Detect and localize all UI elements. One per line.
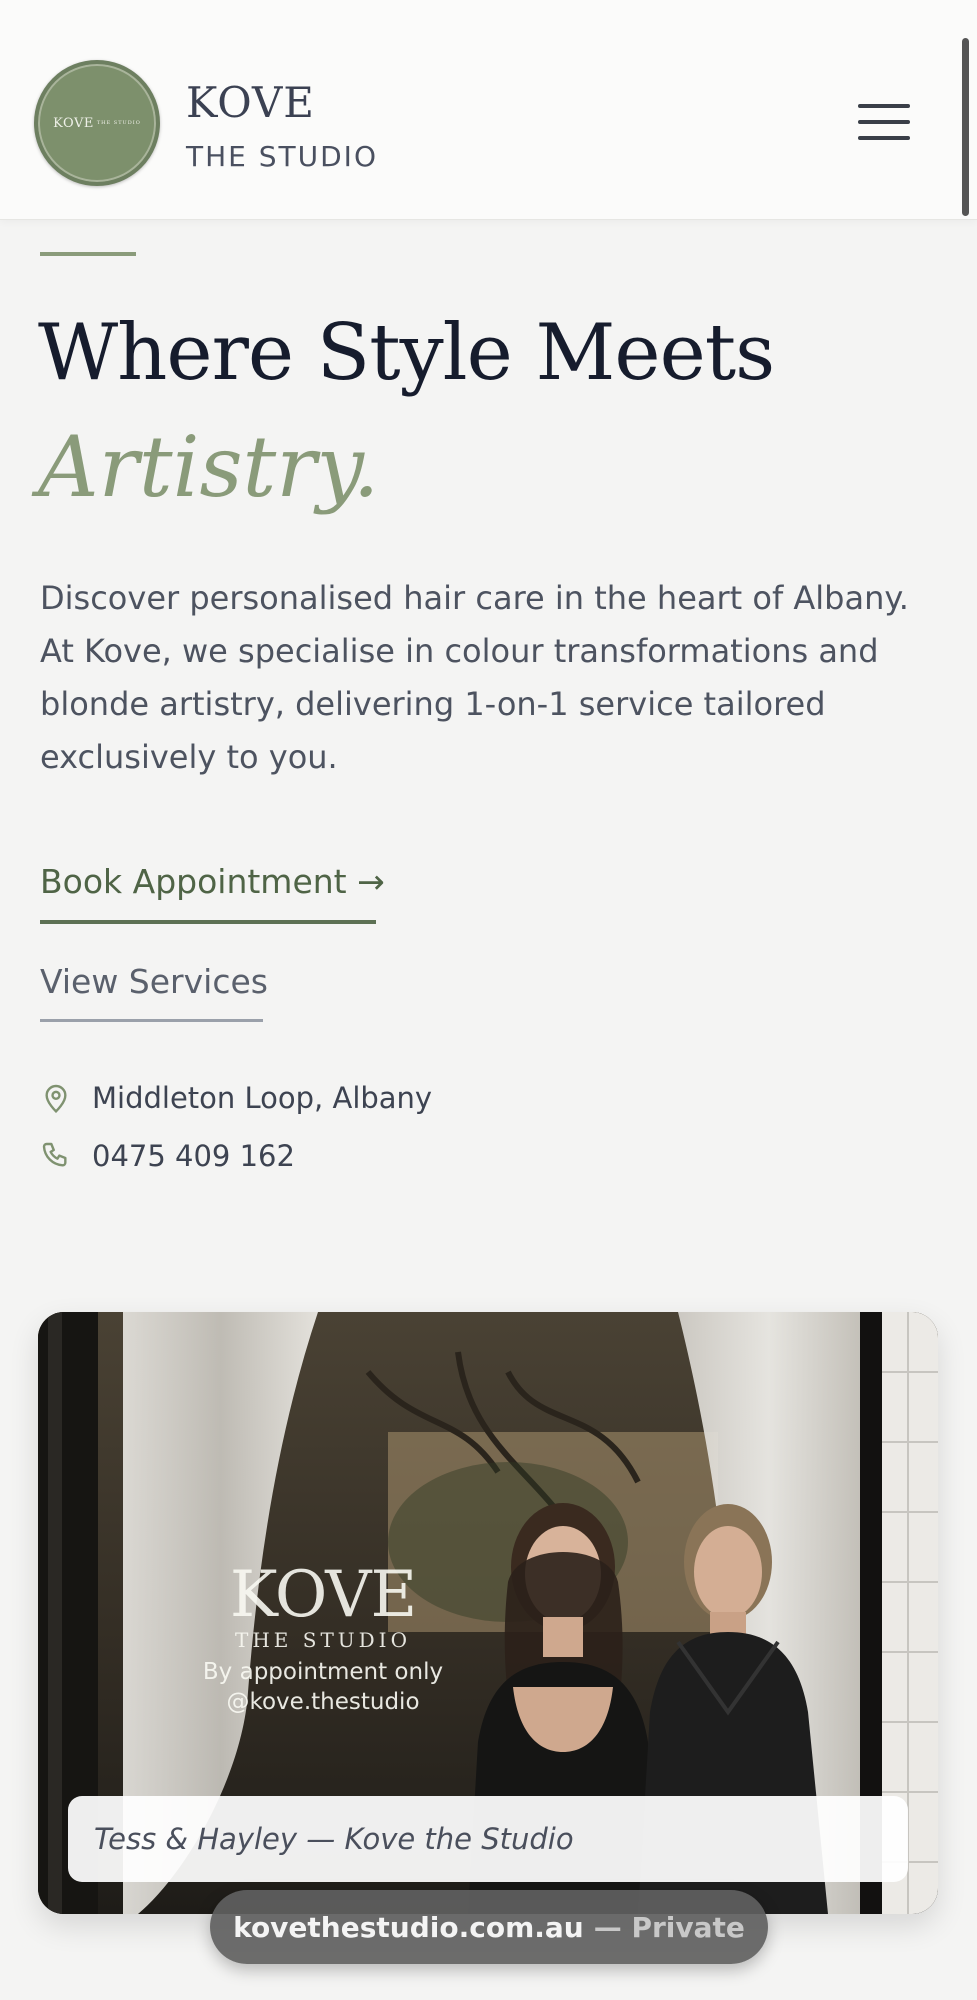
window-line-appointment: By appointment only [202,1659,444,1685]
window-brand: KOVE [229,1558,417,1632]
window-subtitle: THE STUDIO [235,1628,411,1652]
window-line-handle: @kove.thestudio [226,1689,420,1715]
logo[interactable]: KOVE THE STUDIO [34,60,160,186]
hero-headline: Where Style Meets [38,308,775,398]
address-row: Middleton Loop, Albany [40,1078,432,1118]
site-header: KOVE THE STUDIO KOVE THE STUDIO [0,0,977,220]
photo-caption: Tess & Hayley — Kove the Studio [68,1796,908,1882]
hero-headline-accent: Artistry. [38,418,380,516]
url-domain[interactable]: kovethestudio.com.au [233,1911,584,1944]
view-services-link[interactable]: View Services [40,962,268,1022]
phone-text[interactable]: 0475 409 162 [92,1139,295,1173]
brand-name[interactable]: KOVE [186,78,315,127]
browser-url-bar[interactable]: kovethestudio.com.au — Private [210,1890,768,1964]
logo-circle-subtext: THE STUDIO [96,120,141,126]
phone-icon [42,1142,67,1167]
logo-circle-text: KOVE [53,115,94,131]
book-appointment-button[interactable]: Book Appointment → [40,862,385,924]
private-mode-label: — Private [593,1910,745,1944]
address-text: Middleton Loop, Albany [92,1081,433,1115]
phone-row[interactable]: 0475 409 162 [40,1136,295,1176]
map-pin-icon [45,1084,67,1113]
hero-intro: Discover personalised hair care in the h… [40,579,909,776]
studio-photo: KOVE THE STUDIO By appointment only @kov… [38,1312,938,1914]
scrollbar[interactable] [962,38,969,216]
accent-divider [40,252,136,256]
window-decal: By appointment only @kove.thestudio [148,1657,498,1717]
brand-subtitle[interactable]: THE STUDIO [186,140,378,173]
hamburger-menu-icon[interactable] [850,100,920,146]
